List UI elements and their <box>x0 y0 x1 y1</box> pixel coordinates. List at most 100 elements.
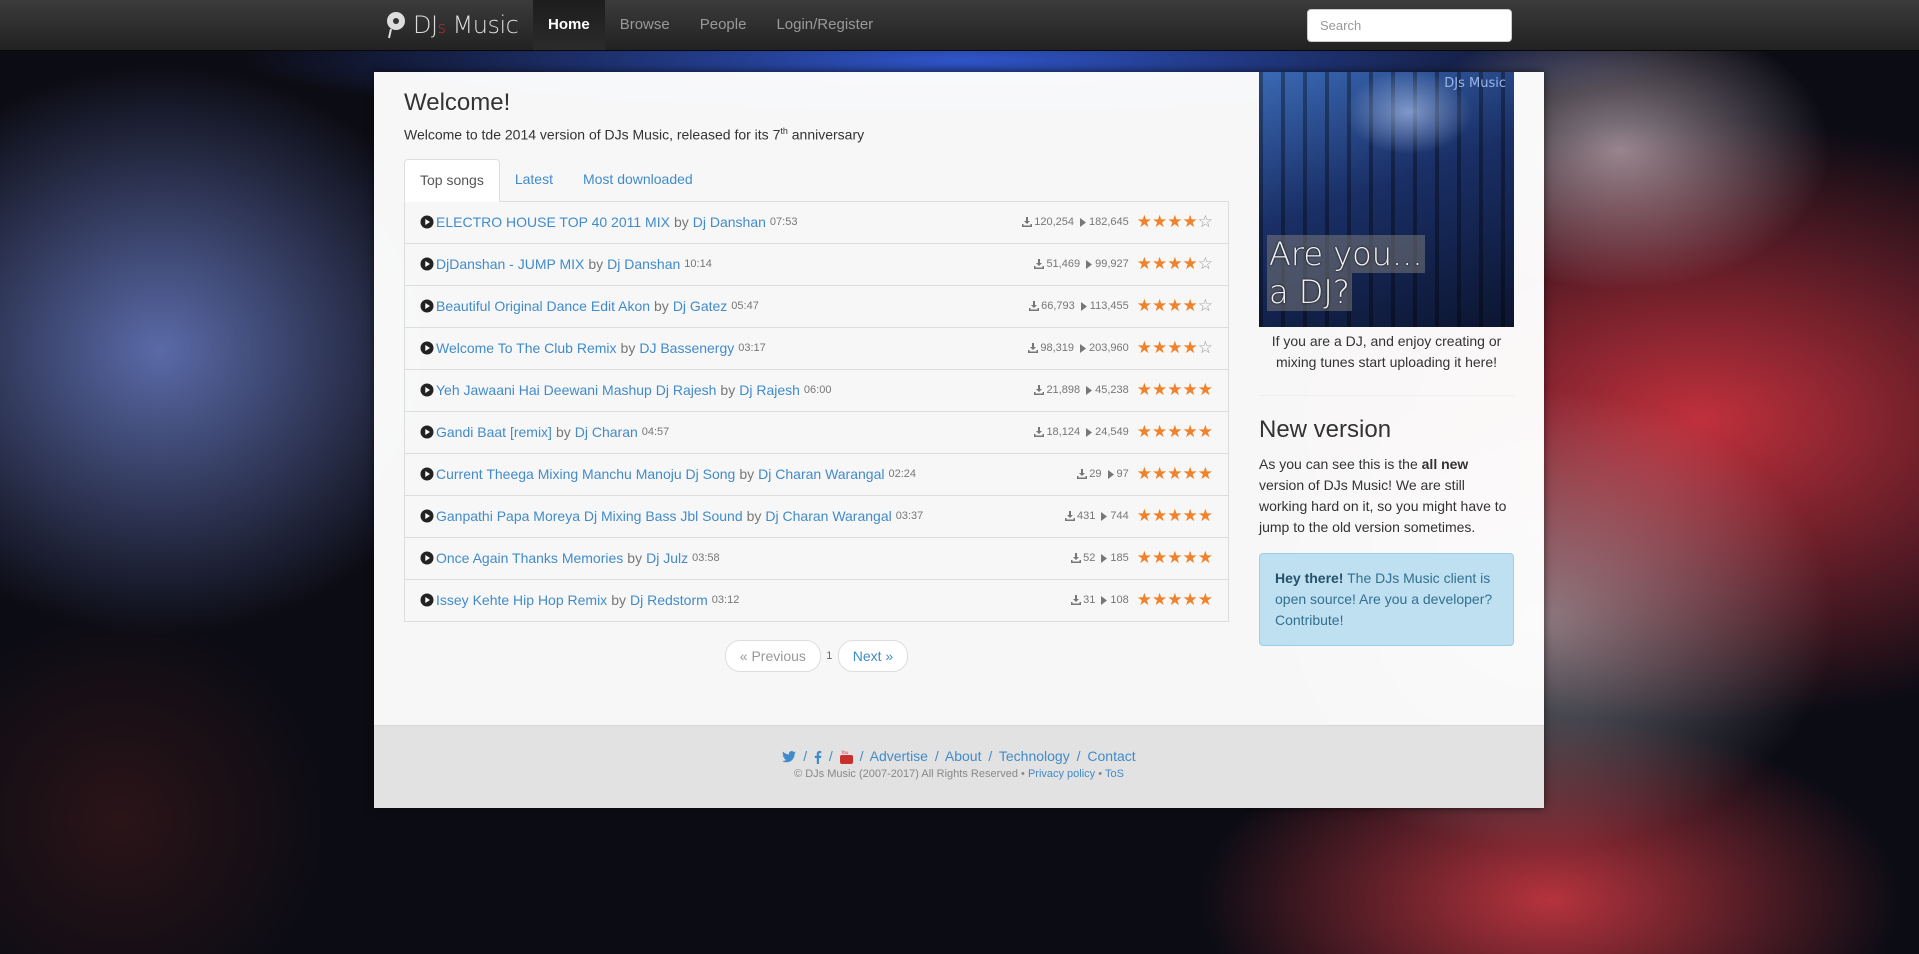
star-icon[interactable]: ★ <box>1167 213 1182 231</box>
star-icon[interactable]: ★ <box>1183 507 1198 525</box>
star-icon[interactable]: ★ <box>1152 297 1167 315</box>
star-icon[interactable]: ☆ <box>1198 339 1213 357</box>
nav-people[interactable]: People <box>685 0 762 50</box>
star-icon[interactable]: ★ <box>1152 591 1167 609</box>
star-icon[interactable]: ★ <box>1198 465 1213 483</box>
star-icon[interactable]: ★ <box>1183 297 1198 315</box>
song-artist[interactable]: Dj Charan Warangal <box>765 508 891 524</box>
star-icon[interactable]: ★ <box>1183 423 1198 441</box>
tos-link[interactable]: ToS <box>1105 768 1124 780</box>
star-icon[interactable]: ★ <box>1137 255 1152 273</box>
song-title[interactable]: Ganpathi Papa Moreya Dj Mixing Bass Jbl … <box>436 508 743 524</box>
song-artist[interactable]: Dj Gatez <box>673 298 727 314</box>
play-circle-icon[interactable] <box>420 341 434 355</box>
star-icon[interactable]: ★ <box>1152 339 1167 357</box>
star-icon[interactable]: ★ <box>1137 507 1152 525</box>
song-title[interactable]: Issey Kehte Hip Hop Remix <box>436 592 607 608</box>
are-you-a-dj-banner[interactable]: DJs Music Are you... a DJ? <box>1259 72 1514 327</box>
song-artist[interactable]: Dj Julz <box>646 550 688 566</box>
star-icon[interactable]: ★ <box>1167 423 1182 441</box>
star-icon[interactable]: ★ <box>1137 213 1152 231</box>
star-icon[interactable]: ★ <box>1137 297 1152 315</box>
song-title[interactable]: Beautiful Original Dance Edit Akon <box>436 298 650 314</box>
nav-login-register[interactable]: Login/Register <box>761 0 888 50</box>
song-title[interactable]: Gandi Baat [remix] <box>436 424 552 440</box>
song-title[interactable]: ELECTRO HOUSE TOP 40 2011 MIX <box>436 214 670 230</box>
star-icon[interactable]: ★ <box>1183 381 1198 399</box>
star-icon[interactable]: ★ <box>1183 255 1198 273</box>
play-circle-icon[interactable] <box>420 257 434 271</box>
play-circle-icon[interactable] <box>420 551 434 565</box>
brand-logo[interactable]: DJs Music <box>385 6 519 44</box>
twitter-icon[interactable] <box>782 751 797 763</box>
star-icon[interactable]: ★ <box>1152 213 1167 231</box>
youtube-icon[interactable]: You <box>839 750 853 765</box>
star-icon[interactable]: ★ <box>1198 549 1213 567</box>
star-icon[interactable]: ★ <box>1183 591 1198 609</box>
star-icon[interactable]: ★ <box>1183 339 1198 357</box>
footer-advertise[interactable]: Advertise <box>870 748 928 764</box>
star-icon[interactable]: ★ <box>1137 591 1152 609</box>
tab-latest[interactable]: Latest <box>500 159 568 200</box>
star-icon[interactable]: ★ <box>1152 507 1167 525</box>
star-icon[interactable]: ★ <box>1152 255 1167 273</box>
star-icon[interactable]: ☆ <box>1198 255 1213 273</box>
star-icon[interactable]: ★ <box>1183 213 1198 231</box>
tab-top-songs[interactable]: Top songs <box>404 158 500 202</box>
star-icon[interactable]: ★ <box>1167 591 1182 609</box>
song-title[interactable]: Once Again Thanks Memories <box>436 550 623 566</box>
song-artist[interactable]: Dj Danshan <box>607 256 680 272</box>
facebook-icon[interactable] <box>814 750 822 764</box>
play-circle-icon[interactable] <box>420 593 434 607</box>
star-icon[interactable]: ★ <box>1167 465 1182 483</box>
star-icon[interactable]: ★ <box>1167 381 1182 399</box>
star-icon[interactable]: ★ <box>1152 549 1167 567</box>
star-icon[interactable]: ★ <box>1198 507 1213 525</box>
star-icon[interactable]: ★ <box>1137 549 1152 567</box>
star-icon[interactable]: ★ <box>1137 381 1152 399</box>
star-icon[interactable]: ★ <box>1137 339 1152 357</box>
star-icon[interactable]: ★ <box>1183 549 1198 567</box>
search-input[interactable] <box>1307 9 1512 42</box>
play-circle-icon[interactable] <box>420 299 434 313</box>
play-circle-icon[interactable] <box>420 215 434 229</box>
song-artist[interactable]: Dj Redstorm <box>630 592 708 608</box>
star-icon[interactable]: ★ <box>1137 423 1152 441</box>
open-source-alert[interactable]: Hey there! The DJs Music client is open … <box>1259 553 1514 646</box>
song-artist[interactable]: DJ Bassenergy <box>639 340 734 356</box>
song-artist[interactable]: Dj Charan Warangal <box>758 466 884 482</box>
star-icon[interactable]: ★ <box>1137 465 1152 483</box>
star-icon[interactable]: ★ <box>1167 255 1182 273</box>
footer-technology[interactable]: Technology <box>999 748 1070 764</box>
song-title[interactable]: Yeh Jawaani Hai Deewani Mashup Dj Rajesh <box>436 382 716 398</box>
song-artist[interactable]: Dj Rajesh <box>739 382 800 398</box>
play-circle-icon[interactable] <box>420 425 434 439</box>
star-icon[interactable]: ★ <box>1167 339 1182 357</box>
star-icon[interactable]: ★ <box>1152 381 1167 399</box>
song-artist[interactable]: Dj Charan <box>575 424 638 440</box>
star-icon[interactable]: ★ <box>1198 423 1213 441</box>
star-icon[interactable]: ★ <box>1167 297 1182 315</box>
star-icon[interactable]: ★ <box>1198 591 1213 609</box>
star-icon[interactable]: ★ <box>1167 549 1182 567</box>
privacy-policy-link[interactable]: Privacy policy <box>1028 768 1095 780</box>
play-circle-icon[interactable] <box>420 467 434 481</box>
star-icon[interactable]: ★ <box>1152 423 1167 441</box>
tab-most-downloaded[interactable]: Most downloaded <box>568 159 708 200</box>
star-icon[interactable]: ★ <box>1152 465 1167 483</box>
star-icon[interactable]: ★ <box>1167 507 1182 525</box>
star-icon[interactable]: ☆ <box>1198 213 1213 231</box>
previous-button[interactable]: « Previous <box>724 640 821 672</box>
play-circle-icon[interactable] <box>420 509 434 523</box>
song-artist[interactable]: Dj Danshan <box>693 214 766 230</box>
star-icon[interactable]: ★ <box>1198 381 1213 399</box>
next-button[interactable]: Next » <box>837 640 909 672</box>
play-circle-icon[interactable] <box>420 383 434 397</box>
footer-contact[interactable]: Contact <box>1087 748 1135 764</box>
footer-about[interactable]: About <box>945 748 982 764</box>
nav-browse[interactable]: Browse <box>605 0 685 50</box>
song-title[interactable]: DjDanshan - JUMP MIX <box>436 256 584 272</box>
star-icon[interactable]: ☆ <box>1198 297 1213 315</box>
song-title[interactable]: Welcome To The Club Remix <box>436 340 617 356</box>
song-title[interactable]: Current Theega Mixing Manchu Manoju Dj S… <box>436 466 735 482</box>
